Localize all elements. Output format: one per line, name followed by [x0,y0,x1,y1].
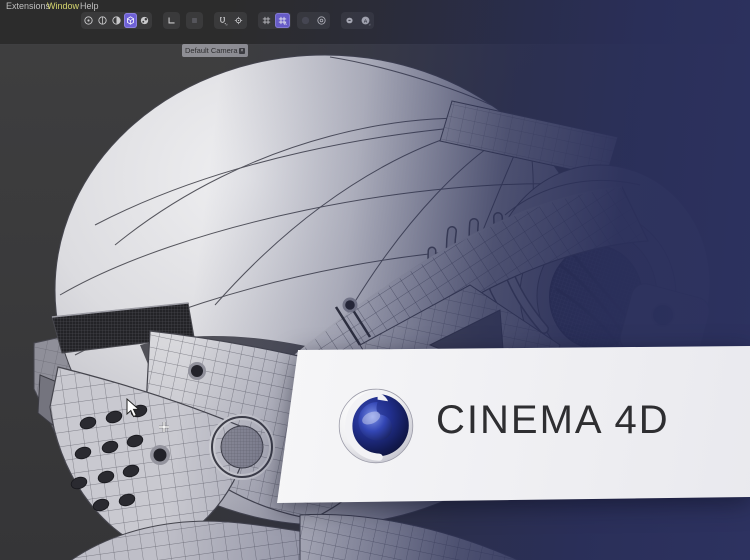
menu-help[interactable]: Help [80,1,99,11]
camera-tab-label: Default Camera [185,46,239,55]
toolbar-group-gizmo [163,12,180,29]
grid-icon[interactable] [259,13,274,28]
shading-solid-icon[interactable] [124,13,137,28]
overlay-square-icon[interactable] [187,13,202,28]
shading-rendered-icon[interactable] [138,13,151,28]
top-bar: Extensions Window Help [0,0,750,44]
shading-wireframe-icon[interactable] [82,13,95,28]
helmet-wireframe-render [0,45,750,560]
blob-icon[interactable] [342,13,357,28]
toolbar: A A [0,12,750,30]
shading-solid-outline-icon[interactable] [96,13,109,28]
toolbar-group-snapping [214,12,247,29]
axis-corner-icon[interactable] [164,13,179,28]
snap-settings-icon[interactable] [231,13,246,28]
toolbar-group-shading [81,12,152,29]
toolbar-group-proportional [297,12,330,29]
svg-text:A: A [364,18,368,24]
annotate-a-icon[interactable]: A [358,13,373,28]
shading-material-icon[interactable] [110,13,123,28]
toolbar-group-annotate: A [341,12,374,29]
target-icon[interactable] [314,13,329,28]
magnet-icon[interactable] [215,13,230,28]
toolbar-group-grid: A [258,12,291,29]
camera-tab[interactable]: Default Camera × [182,44,248,57]
cinema4d-window: Extensions Window Help [0,0,750,560]
grid-snap-icon[interactable]: A [275,13,290,28]
svg-text:A: A [284,21,287,26]
proportional-off-icon[interactable] [298,13,313,28]
menu-extensions[interactable]: Extensions [6,1,50,11]
menu-window[interactable]: Window [47,1,79,11]
toolbar-group-overlay [186,12,203,29]
close-icon[interactable]: × [239,48,245,54]
3d-viewport[interactable] [0,44,750,560]
